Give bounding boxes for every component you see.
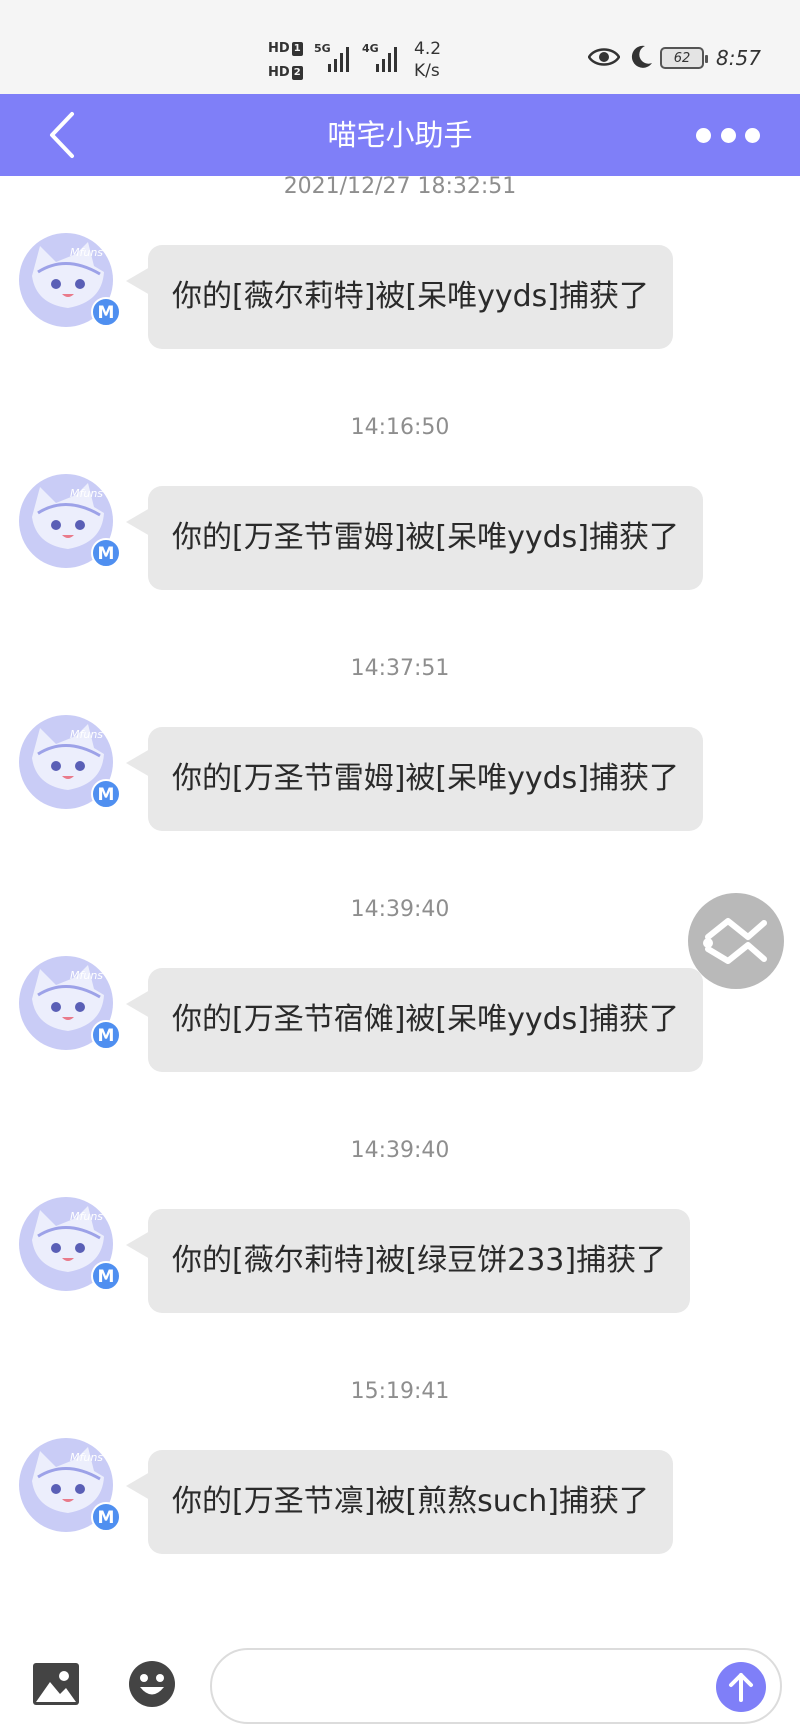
battery-icon: 62 — [660, 47, 708, 69]
bot-avatar[interactable]: Mfuns M — [18, 1437, 122, 1541]
avatar-caption: Mfuns — [70, 246, 103, 259]
clock: 8:57 — [716, 46, 761, 70]
message-timestamp: 15:19:41 — [350, 1379, 450, 1404]
image-icon[interactable] — [32, 1662, 80, 1706]
chevron-left-icon[interactable] — [44, 108, 88, 162]
hd-sim-number: 2 — [291, 65, 303, 80]
message-input[interactable] — [210, 1648, 782, 1724]
avatar-caption: Mfuns — [70, 1451, 103, 1464]
eye-icon — [588, 48, 620, 66]
emoji-icon[interactable] — [128, 1660, 176, 1708]
send-arrow-icon — [729, 1673, 753, 1702]
hd-label: HD — [268, 65, 290, 80]
signal-4g-icon: 4G — [362, 42, 406, 74]
status-bar: HD 1 HD 2 5G 4G 4.2 K/s 62 8:57 — [0, 0, 800, 94]
avatar-badge: M — [98, 1026, 115, 1046]
avatar-caption: Mfuns — [70, 487, 103, 500]
page-title: 喵宅小助手 — [327, 118, 473, 152]
message-timestamp: 14:39:40 — [350, 1138, 450, 1163]
avatar-badge: M — [98, 303, 115, 323]
message-timestamp: 2021/12/27 18:32:51 — [283, 174, 517, 199]
app-header: 喵宅小助手 — [0, 94, 800, 176]
bot-avatar[interactable]: Mfuns M — [18, 955, 122, 1059]
avatar-badge: M — [98, 1267, 115, 1287]
message-bubble[interactable]: 你的[薇尔莉特]被[绿豆饼233]捕获了 — [125, 1209, 691, 1313]
bot-avatar[interactable]: Mfuns M — [18, 473, 122, 577]
bot-avatar[interactable]: Mfuns M — [18, 714, 122, 818]
moon-icon — [631, 45, 652, 68]
avatar-caption: Mfuns — [70, 728, 103, 741]
floating-action-button[interactable] — [688, 893, 784, 989]
avatar-badge: M — [98, 544, 115, 564]
send-button[interactable] — [716, 1662, 766, 1712]
bot-avatar[interactable]: Mfuns M — [18, 232, 122, 336]
input-bar — [0, 1630, 800, 1733]
message-bubble[interactable]: 你的[万圣节雷姆]被[呆唯yyds]捕获了 — [126, 727, 703, 831]
avatar-badge: M — [98, 785, 115, 805]
message-bubble[interactable]: 你的[薇尔莉特]被[呆唯yyds]捕获了 — [126, 245, 673, 349]
hd-indicators: HD 1 HD 2 — [268, 38, 306, 84]
avatar-caption: Mfuns — [70, 969, 103, 982]
signal-5g-icon: 5G — [314, 42, 358, 74]
more-dots-icon[interactable] — [696, 122, 760, 148]
message-bubble[interactable]: 你的[万圣节凛]被[煎熬such]捕获了 — [126, 1450, 673, 1554]
bot-avatar[interactable]: Mfuns M — [18, 1196, 122, 1300]
avatar-caption: Mfuns — [70, 1210, 103, 1223]
network-speed: 4.2 K/s — [414, 39, 442, 81]
share-loop-icon — [703, 918, 767, 964]
hd-label: HD — [268, 41, 290, 56]
message-bubble[interactable]: 你的[万圣节雷姆]被[呆唯yyds]捕获了 — [126, 486, 703, 590]
message-timestamp: 14:39:40 — [350, 897, 450, 922]
message-bubble[interactable]: 你的[万圣节宿傩]被[呆唯yyds]捕获了 — [126, 968, 703, 1072]
avatar-badge: M — [98, 1508, 115, 1528]
message-timestamp: 14:16:50 — [350, 415, 450, 440]
message-timestamp: 14:37:51 — [350, 656, 450, 681]
hd-sim-number: 1 — [291, 41, 303, 56]
